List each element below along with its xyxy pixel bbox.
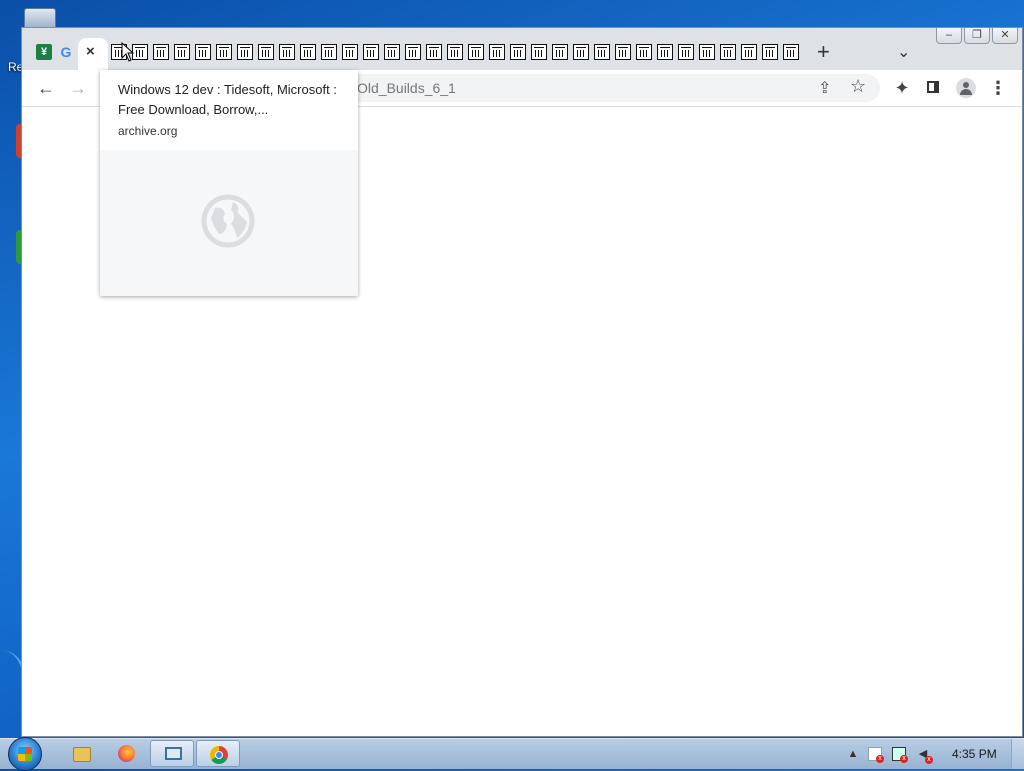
- archive-org-tab-favicon[interactable]: [237, 44, 253, 60]
- archive-org-tab-favicon[interactable]: [720, 44, 736, 60]
- archive-org-tab-favicon[interactable]: [678, 44, 694, 60]
- archive-org-tab-favicon[interactable]: [153, 44, 169, 60]
- archive-org-tab-favicon[interactable]: [762, 44, 778, 60]
- archive-org-tab-favicon[interactable]: [447, 44, 463, 60]
- archive-org-tab-favicon[interactable]: [321, 44, 337, 60]
- mouse-cursor-icon: [121, 42, 135, 62]
- archive-org-tab-favicon[interactable]: [195, 44, 211, 60]
- start-button[interactable]: [8, 737, 42, 771]
- archive-org-tab-favicon[interactable]: [573, 44, 589, 60]
- hover-card-preview: [100, 150, 358, 296]
- action-center-flag-icon[interactable]: x: [868, 747, 884, 763]
- archive-org-tab-favicon[interactable]: [258, 44, 274, 60]
- archive-org-tab-favicon[interactable]: [426, 44, 442, 60]
- archive-org-tab-favicon[interactable]: [510, 44, 526, 60]
- network-icon[interactable]: x: [892, 747, 908, 763]
- archive-org-tab-favicon[interactable]: [615, 44, 631, 60]
- address-bar-url: Old_Builds_6_1: [357, 80, 456, 96]
- system-tray: ▲ x x ◀ x 4:35 PM: [840, 739, 1024, 769]
- new-tab-button[interactable]: +: [817, 38, 830, 66]
- bookmark-star-icon[interactable]: ☆: [850, 76, 866, 97]
- remote-desktop-icon: [165, 747, 182, 760]
- archive-org-tab-favicon[interactable]: [384, 44, 400, 60]
- archive-org-tab-favicon[interactable]: [216, 44, 232, 60]
- share-icon[interactable]: ⇪: [818, 78, 836, 97]
- tab-hover-card: Windows 12 dev : Tidesoft, Microsoft : F…: [100, 70, 358, 296]
- archive-org-tab-favicon[interactable]: [174, 44, 190, 60]
- folder-icon: [73, 747, 91, 762]
- google-tab-favicon[interactable]: G: [58, 44, 74, 60]
- firefox-icon: [118, 745, 135, 762]
- profile-avatar-icon[interactable]: [956, 78, 976, 98]
- taskbar-remote-desktop[interactable]: [150, 740, 194, 767]
- archive-org-tab-favicon[interactable]: [279, 44, 295, 60]
- archive-org-tab-favicon[interactable]: [489, 44, 505, 60]
- archive-org-tab-favicon[interactable]: [636, 44, 652, 60]
- tab-strip: ¥ G × + ⌄: [22, 38, 1022, 70]
- globe-icon: [201, 194, 255, 248]
- archive-org-tab-favicon[interactable]: [783, 44, 799, 60]
- sheets-tab-favicon[interactable]: ¥: [36, 44, 52, 60]
- archive-org-tab-favicon[interactable]: [699, 44, 715, 60]
- hover-card-domain: archive.org: [118, 124, 178, 138]
- archive-org-tab-favicon[interactable]: [741, 44, 757, 60]
- forward-arrow-icon[interactable]: →: [68, 78, 88, 98]
- volume-icon[interactable]: ◀ x: [916, 747, 933, 764]
- chrome-window: – ❐ ✕ ¥ G × + ⌄ ← → Old_Builds_6_1 ⇪ ☆ ✦…: [21, 27, 1023, 737]
- windows-logo-icon: [18, 747, 32, 761]
- archive-org-tab-favicon[interactable]: [363, 44, 379, 60]
- tray-expand-icon[interactable]: ▲: [846, 747, 860, 761]
- hover-card-title: Windows 12 dev : Tidesoft, Microsoft : F…: [118, 82, 337, 117]
- taskbar-clock[interactable]: 4:35 PM: [952, 747, 997, 761]
- chrome-menu-icon[interactable]: ⋮: [988, 78, 1008, 98]
- archive-org-tab-favicon[interactable]: [552, 44, 568, 60]
- side-panel-icon[interactable]: [924, 78, 944, 98]
- archive-tabs-row: [111, 44, 804, 60]
- archive-org-tab-favicon[interactable]: [594, 44, 610, 60]
- back-arrow-icon[interactable]: ←: [36, 78, 56, 98]
- taskbar-file-explorer[interactable]: [58, 740, 102, 767]
- archive-org-tab-favicon[interactable]: [405, 44, 421, 60]
- show-desktop-button[interactable]: [1011, 739, 1024, 769]
- tab-search-chevron-down-icon[interactable]: ⌄: [897, 42, 910, 62]
- archive-org-tab-favicon[interactable]: [657, 44, 673, 60]
- extensions-puzzle-icon[interactable]: ✦: [892, 78, 912, 98]
- taskbar: ▲ x x ◀ x 4:35 PM: [0, 737, 1024, 771]
- archive-org-tab-favicon[interactable]: [468, 44, 484, 60]
- archive-org-tab-favicon[interactable]: [300, 44, 316, 60]
- taskbar-firefox[interactable]: [104, 740, 148, 767]
- chrome-icon: [210, 746, 228, 764]
- archive-org-tab-favicon[interactable]: [342, 44, 358, 60]
- taskbar-chrome[interactable]: [196, 740, 240, 767]
- tab-close-icon[interactable]: ×: [86, 43, 95, 60]
- archive-org-tab-favicon[interactable]: [531, 44, 547, 60]
